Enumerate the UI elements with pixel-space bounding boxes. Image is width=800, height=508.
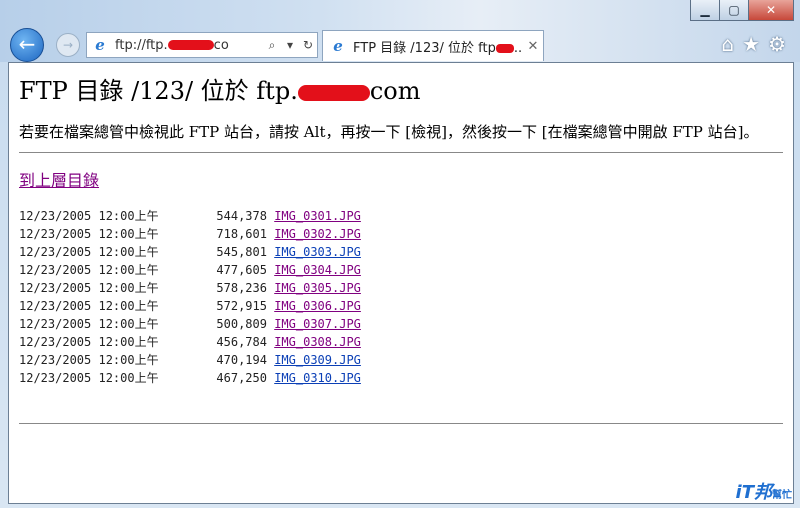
ie-icon: e: [333, 37, 343, 55]
refresh-icon[interactable]: ↻: [299, 38, 317, 52]
page-title-suffix: com: [369, 77, 421, 105]
ie-icon: e: [95, 36, 105, 54]
address-text[interactable]: ftp://ftp. co: [115, 38, 263, 53]
file-size: 718,601: [158, 227, 275, 241]
file-size: 544,378: [158, 209, 275, 223]
file-size: 545,801: [158, 245, 275, 259]
divider: [19, 152, 783, 153]
caption-controls: ▁ ▢ ✕: [690, 0, 794, 21]
file-link[interactable]: IMG_0308.JPG: [274, 335, 361, 349]
redaction-mark: [495, 43, 514, 53]
page-content: FTP 目錄 /123/ 位於 ftp. com 若要在檔案總管中檢視此 FTP …: [8, 62, 794, 504]
close-button[interactable]: ✕: [749, 0, 794, 21]
file-link[interactable]: IMG_0309.JPG: [274, 353, 361, 367]
watermark-sub: 幫忙: [772, 490, 792, 501]
address-bar[interactable]: e ftp://ftp. co ⌕ ▾ ↻: [86, 32, 318, 58]
forward-button[interactable]: →: [56, 33, 80, 57]
file-row: 12/23/2005 12:00上午 467,250 IMG_0310.JPG: [19, 369, 793, 387]
file-link[interactable]: IMG_0306.JPG: [274, 299, 361, 313]
file-link[interactable]: IMG_0305.JPG: [274, 281, 361, 295]
file-row: 12/23/2005 12:00上午 718,601 IMG_0302.JPG: [19, 225, 793, 243]
file-link[interactable]: IMG_0310.JPG: [274, 371, 361, 385]
file-row: 12/23/2005 12:00上午 544,378 IMG_0301.JPG: [19, 207, 793, 225]
divider: [19, 423, 783, 424]
page-title: FTP 目錄 /123/ 位於 ftp. com: [19, 71, 793, 106]
arrow-right-icon: →: [62, 38, 74, 52]
redaction-mark: [297, 84, 370, 101]
file-link[interactable]: IMG_0301.JPG: [274, 209, 361, 223]
file-link[interactable]: IMG_0307.JPG: [274, 317, 361, 331]
toolbar-icons: ⌂ ★ ⚙: [721, 32, 786, 56]
file-size: 477,605: [158, 263, 275, 277]
parent-directory-link[interactable]: 到上層目錄: [19, 167, 99, 191]
file-link[interactable]: IMG_0302.JPG: [274, 227, 361, 241]
file-datetime: 12/23/2005 12:00上午: [19, 227, 159, 241]
file-size: 456,784: [158, 335, 275, 349]
file-size: 467,250: [158, 371, 275, 385]
home-icon[interactable]: ⌂: [721, 32, 734, 56]
dropdown-icon[interactable]: ▾: [281, 38, 299, 52]
file-listing: 12/23/2005 12:00上午 544,378 IMG_0301.JPG 1…: [19, 207, 793, 387]
file-row: 12/23/2005 12:00上午 578,236 IMG_0305.JPG: [19, 279, 793, 297]
file-datetime: 12/23/2005 12:00上午: [19, 317, 159, 331]
file-datetime: 12/23/2005 12:00上午: [19, 335, 159, 349]
file-datetime: 12/23/2005 12:00上午: [19, 245, 159, 259]
tab-title-text: FTP 目錄 /123/ 位於 ftp: [353, 40, 496, 56]
file-row: 12/23/2005 12:00上午 500,809 IMG_0307.JPG: [19, 315, 793, 333]
tab-ftp-directory[interactable]: e FTP 目錄 /123/ 位於 ftp... ✕: [322, 30, 544, 61]
gear-icon[interactable]: ⚙: [768, 32, 786, 56]
navigation-bar: ← → e ftp://ftp. co ⌕ ▾ ↻ e FTP 目錄 /123/ …: [0, 26, 800, 62]
page-title-prefix: FTP 目錄 /123/ 位於 ftp.: [19, 77, 298, 105]
file-datetime: 12/23/2005 12:00上午: [19, 371, 159, 385]
maximize-button[interactable]: ▢: [720, 0, 749, 21]
file-link[interactable]: IMG_0304.JPG: [274, 263, 361, 277]
search-icon[interactable]: ⌕: [263, 38, 281, 53]
address-url-suffix: co: [213, 37, 229, 53]
file-row: 12/23/2005 12:00上午 572,915 IMG_0306.JPG: [19, 297, 793, 315]
redaction-mark: [167, 40, 214, 50]
file-link[interactable]: IMG_0303.JPG: [274, 245, 361, 259]
file-size: 572,915: [158, 299, 275, 313]
tab-title: FTP 目錄 /123/ 位於 ftp...: [353, 40, 523, 56]
file-datetime: 12/23/2005 12:00上午: [19, 281, 159, 295]
file-row: 12/23/2005 12:00上午 477,605 IMG_0304.JPG: [19, 261, 793, 279]
file-row: 12/23/2005 12:00上午 456,784 IMG_0308.JPG: [19, 333, 793, 351]
file-row: 12/23/2005 12:00上午 545,801 IMG_0303.JPG: [19, 243, 793, 261]
arrow-left-icon: ←: [18, 32, 36, 56]
file-datetime: 12/23/2005 12:00上午: [19, 353, 159, 367]
watermark-logo: iT邦幫忙: [736, 478, 792, 504]
file-size: 470,194: [158, 353, 275, 367]
minimize-button[interactable]: ▁: [690, 0, 720, 21]
file-datetime: 12/23/2005 12:00上午: [19, 263, 159, 277]
close-tab-icon[interactable]: ✕: [523, 39, 543, 54]
address-url: ftp://ftp.: [115, 37, 168, 53]
browser-window: ▁ ▢ ✕ ← → e ftp://ftp. co ⌕ ▾ ↻ e FTP 目錄 …: [0, 0, 800, 508]
back-button[interactable]: ←: [10, 28, 44, 62]
file-datetime: 12/23/2005 12:00上午: [19, 209, 159, 223]
file-datetime: 12/23/2005 12:00上午: [19, 299, 159, 313]
file-size: 500,809: [158, 317, 275, 331]
star-icon[interactable]: ★: [742, 32, 760, 56]
instructions-text: 若要在檔案總管中檢視此 FTP 站台，請按 Alt，再按一下 [檢視]，然後按一…: [19, 123, 759, 141]
watermark-main: iT邦: [735, 482, 772, 503]
file-size: 578,236: [158, 281, 275, 295]
file-row: 12/23/2005 12:00上午 470,194 IMG_0309.JPG: [19, 351, 793, 369]
